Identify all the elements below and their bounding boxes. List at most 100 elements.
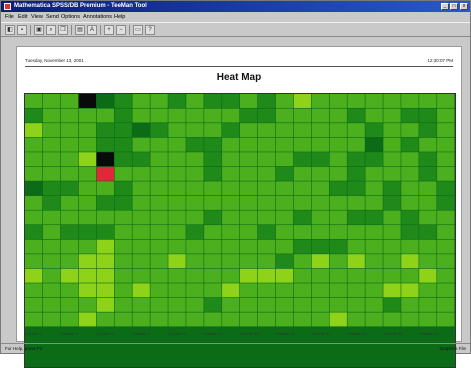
minimize-button[interactable]: _ [441, 3, 449, 10]
menu-help[interactable]: Help [114, 12, 125, 22]
heatmap-cell [437, 283, 455, 298]
heatmap-cell [150, 152, 168, 167]
menu-send[interactable]: Send [46, 12, 59, 22]
menu-file[interactable]: File [5, 12, 14, 22]
menu-edit[interactable]: Edit [18, 12, 27, 22]
heatmap-cell [365, 195, 383, 210]
heatmap-cell [240, 152, 258, 167]
zoom-out-icon[interactable]: − [116, 25, 126, 35]
x-tick-label: Column 21 [383, 331, 403, 336]
heatmap-cell [60, 268, 79, 283]
heatmap-cell [78, 268, 97, 283]
zoom-in-icon[interactable]: + [104, 25, 114, 35]
heatmap-cell [311, 312, 329, 327]
heatmap-cell [150, 195, 168, 210]
heatmap-cell [222, 181, 240, 196]
heatmap-cell [240, 283, 258, 298]
heatmap-cell [114, 181, 132, 196]
heatmap-cell [347, 239, 365, 254]
report-time: 12:30:07 PM [427, 58, 453, 63]
heatmap-cell [186, 210, 204, 225]
heatmap-cell [96, 268, 114, 283]
heatmap-cell [150, 181, 168, 196]
toolbar-separator [100, 25, 101, 35]
heatmap-cell [25, 312, 43, 327]
paste-icon[interactable]: ▤ [75, 25, 85, 35]
heatmap-cell [96, 166, 114, 181]
heatmap-cell [96, 94, 114, 108]
zoom-icon[interactable]: ⌕ [46, 25, 56, 35]
heatmap-cell [132, 108, 150, 123]
maximize-button[interactable]: □ [450, 3, 458, 10]
heatmap-cell [132, 283, 150, 298]
heatmap-cell [168, 94, 186, 108]
heatmap-cell [150, 108, 168, 123]
copy-icon[interactable]: ❐ [58, 25, 68, 35]
print-icon[interactable]: ▣ [34, 25, 44, 35]
heatmap-cell [401, 152, 419, 167]
heatmap-cell [78, 195, 97, 210]
heatmap-cell [186, 239, 204, 254]
heatmap-cell [401, 210, 419, 225]
heatmap-cell [347, 268, 365, 283]
heatmap-cell [365, 108, 383, 123]
heatmap-cell [329, 94, 347, 108]
heatmap-cell [383, 210, 401, 225]
heatmap-cell [437, 210, 455, 225]
heatmap-cell [150, 268, 168, 283]
heatmap-cell [311, 239, 329, 254]
heatmap-cell [60, 108, 79, 123]
heatmap-cell [114, 312, 132, 327]
heatmap-cell [96, 195, 114, 210]
heatmap-cell [60, 239, 79, 254]
heatmap-cell [311, 108, 329, 123]
heatmap-cell [437, 123, 455, 138]
heatmap-cell [311, 195, 329, 210]
heatmap-cell [329, 137, 347, 152]
heatmap-cell [186, 152, 204, 167]
heatmap-cell [329, 225, 347, 240]
x-tick-label: Column 23 [419, 331, 439, 336]
heatmap-cell [347, 283, 365, 298]
heatmap-cell [275, 123, 294, 138]
heatmap-cell [311, 123, 329, 138]
heatmap-cell [347, 152, 365, 167]
title-bar[interactable]: Mathematica SPSS/DB Premium - TeeMan Too… [1, 1, 470, 12]
heatmap-cell [383, 108, 401, 123]
text-icon[interactable]: A [87, 25, 97, 35]
heatmap-cell [419, 166, 437, 181]
save-icon[interactable]: ▪ [17, 25, 27, 35]
heatmap-cell [186, 312, 204, 327]
menu-options[interactable]: Options [61, 12, 80, 22]
heatmap-cell [401, 123, 419, 138]
x-axis-labels: Column 1 Column 3 Column 5 Column 7 Column 9… [24, 331, 456, 339]
heatmap-cell [437, 137, 455, 152]
menu-view[interactable]: View [31, 12, 43, 22]
heatmap-cell [365, 210, 383, 225]
heatmap-cell [240, 225, 258, 240]
x-tick-label: Column 3 [60, 331, 78, 336]
heatmap-cell [168, 181, 186, 196]
heatmap-cell [60, 181, 79, 196]
heatmap-cell [419, 283, 437, 298]
heatmap-cell [42, 123, 61, 138]
page-icon[interactable]: ▭ [133, 25, 143, 35]
menu-annotations[interactable]: Annotations [83, 12, 112, 22]
heatmap-cell [132, 94, 150, 108]
heatmap-cell [204, 312, 222, 327]
x-tick-label: Column 7 [132, 331, 150, 336]
heatmap-cell [60, 254, 79, 269]
heatmap-cell [132, 181, 150, 196]
heatmap-cell [401, 239, 419, 254]
heatmap-cell [437, 166, 455, 181]
heatmap-cell [275, 268, 294, 283]
help-icon[interactable]: ? [145, 25, 155, 35]
heatmap-cell [186, 108, 204, 123]
heatmap-cell [150, 123, 168, 138]
heatmap-cell [329, 181, 347, 196]
open-icon[interactable]: ◧ [5, 25, 15, 35]
close-button[interactable]: x [460, 3, 468, 10]
heatmap-cell [114, 268, 132, 283]
heatmap-cell [329, 283, 347, 298]
heatmap-cell [150, 283, 168, 298]
